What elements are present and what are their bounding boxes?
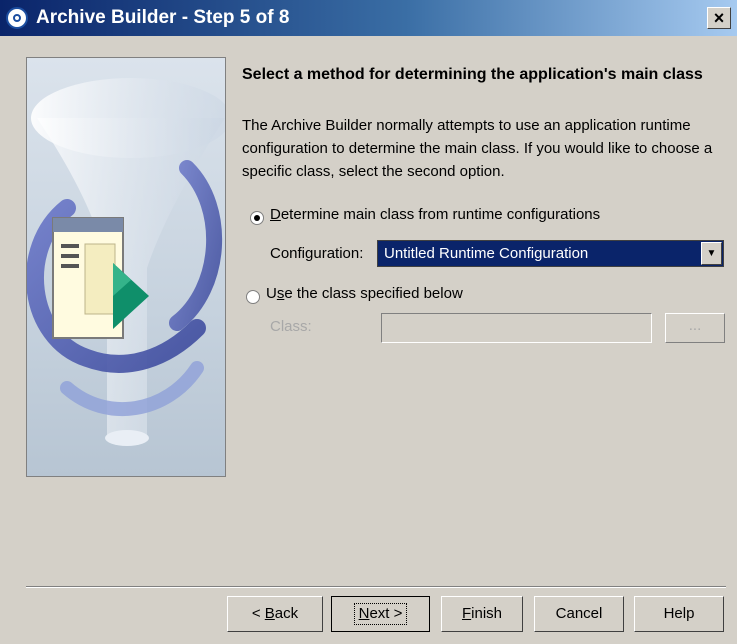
- wizard-illustration: [26, 57, 226, 477]
- specified-label-text: e the class specified below: [284, 285, 463, 302]
- back-mnemonic: B: [264, 605, 275, 622]
- configuration-value: Untitled Runtime Configuration: [384, 245, 589, 262]
- close-icon[interactable]: ×: [707, 7, 731, 29]
- cancel-button[interactable]: Cancel: [534, 596, 624, 632]
- step-description: The Archive Builder normally attempts to…: [242, 117, 713, 180]
- wizard-illustration-graphic: [27, 78, 225, 446]
- class-input[interactable]: [381, 313, 652, 343]
- app-icon: [6, 7, 28, 29]
- dropdown-arrow-icon[interactable]: ▼: [701, 242, 722, 265]
- next-label-rest: ext >: [369, 605, 403, 622]
- runtime-config-option-label[interactable]: Determine main class from runtime config…: [270, 206, 600, 223]
- runtime-mnemonic: D: [270, 206, 281, 223]
- button-separator: [26, 586, 726, 588]
- configuration-select[interactable]: Untitled Runtime Configuration ▼: [377, 240, 724, 267]
- back-prefix: <: [251, 605, 265, 622]
- back-label-rest: ack: [274, 605, 299, 622]
- finish-button[interactable]: Finish: [441, 596, 523, 632]
- specified-class-option-label[interactable]: Use the class specified below: [266, 285, 463, 302]
- next-mnemonic: N: [358, 605, 370, 622]
- runtime-config-radio[interactable]: [250, 211, 264, 225]
- specified-class-radio[interactable]: [246, 290, 260, 304]
- finish-label-rest: inish: [471, 605, 503, 622]
- step-heading: Select a method for determining the appl…: [242, 66, 703, 83]
- next-button[interactable]: Next >: [331, 596, 430, 632]
- window-title: Archive Builder - Step 5 of 8: [36, 7, 290, 28]
- help-button[interactable]: Help: [634, 596, 724, 632]
- specified-label-before: U: [266, 285, 277, 302]
- archive-builder-dialog: Archive Builder - Step 5 of 8 × Select a…: [0, 0, 737, 644]
- runtime-label-text: etermine main class from runtime configu…: [280, 206, 601, 223]
- back-button[interactable]: < Back: [227, 596, 323, 632]
- configuration-label: Configuration:: [270, 245, 364, 262]
- class-label: Class:: [270, 318, 312, 335]
- next-focus: Next >: [353, 603, 408, 625]
- browse-class-button[interactable]: ...: [665, 313, 725, 343]
- finish-mnemonic: F: [461, 605, 472, 622]
- title-bar[interactable]: Archive Builder - Step 5 of 8 ×: [0, 0, 737, 36]
